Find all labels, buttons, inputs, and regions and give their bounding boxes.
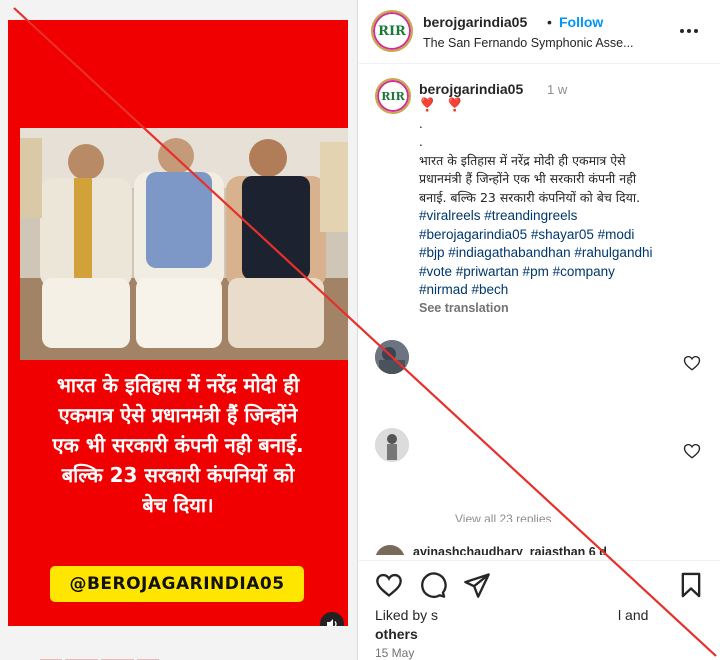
avatar[interactable]: RIR [371, 10, 413, 52]
caption-hindi-line: बनाई. बल्कि 23 सरकारी कंपनियों को बेच दि… [419, 189, 641, 205]
more-options-icon[interactable] [677, 22, 701, 40]
partial-comment: avinashchaudhary_rajasthan 6 d [375, 545, 695, 555]
liked-by-prefix: Liked by s [375, 607, 439, 623]
post-header: RIR berojgarindia05 • Follow The San Fer… [359, 0, 720, 64]
overlay-line: भारत के इतिहास में नरेंद्र मोदी ही [56, 373, 300, 397]
reel-video[interactable]: भारत के इतिहास में नरेंद्र मोदी ही एकमात… [8, 20, 348, 626]
save-bookmark-icon[interactable] [677, 571, 705, 599]
see-translation-link[interactable]: See translation [419, 301, 509, 315]
liked-by-others[interactable]: others [375, 626, 418, 642]
avatar-logo: RIR [373, 12, 411, 50]
commenter-avatar[interactable] [375, 545, 405, 555]
hashtag-line[interactable]: #berojagarindia05 #shayar05 #modi [419, 226, 711, 245]
caption-dot: . [419, 115, 423, 131]
partial-comment-username[interactable]: avinashchaudhary_rajasthan 6 d [413, 545, 607, 555]
overlay-line: एकमात्र ऐसे प्रधानमंत्री हैं जिन्होंने [58, 403, 298, 427]
volume-icon [327, 619, 337, 626]
separator-dot: • [547, 14, 552, 30]
like-heart-icon[interactable] [375, 571, 403, 599]
header-username[interactable]: berojgarindia05 [423, 14, 527, 30]
overlay-line: बेच दिया। [142, 493, 214, 517]
reel-photo [20, 128, 348, 360]
caption-dot: . [419, 134, 423, 149]
caption-hindi-line: भारत के इतिहास में नरेंद्र मोदी ही एकमात… [419, 152, 626, 168]
hashtag-line[interactable]: #viralreels #treandingreels [419, 207, 711, 226]
follow-button[interactable]: Follow [559, 14, 603, 30]
hashtag-line[interactable]: #nirmad #bech [419, 281, 711, 300]
overlay-line: एक भी सरकारी कंपनी नही बनाई. [52, 433, 304, 457]
heart-emoji: ❣️ ❣️ [419, 97, 467, 112]
post-date[interactable]: 15 May [375, 646, 414, 660]
commenter-avatar[interactable] [375, 340, 409, 374]
hashtag-line[interactable]: #bjp #indiagathabandhan #rahulgandhi [419, 244, 711, 263]
post-side-panel: RIR berojgarindia05 • Follow The San Fer… [359, 0, 720, 660]
hashtag-line[interactable]: #vote #priwartan #pm #company [419, 263, 711, 282]
handle-badge: @BEROJAGARINDIA05 [50, 566, 304, 602]
reel-overlay-text: भारत के इतिहास में नरेंद्र मोदी ही एकमात… [22, 370, 334, 520]
reel-media-frame: भारत के इतिहास में नरेंद्र मोदी ही एकमात… [0, 0, 358, 660]
caption-username[interactable]: berojgarindia05 [419, 81, 523, 97]
action-bar [359, 560, 720, 608]
comment-heart-icon[interactable] [683, 442, 701, 460]
caption-peek: —— ——— ——— —— [40, 654, 160, 660]
share-paper-plane-icon[interactable] [463, 571, 491, 599]
liked-by-suffix: l and [618, 607, 649, 623]
comment-heart-icon[interactable] [683, 354, 701, 372]
caption-time[interactable]: 1 w [547, 82, 567, 97]
audio-subtitle[interactable]: The San Fernando Symphonic Asse... [423, 36, 663, 50]
volume-button[interactable] [320, 612, 344, 626]
comment-bubble-icon[interactable] [419, 571, 447, 599]
comment-row [375, 428, 705, 468]
caption-avatar[interactable]: RIR [375, 78, 411, 114]
commenter-avatar[interactable] [375, 428, 409, 462]
comment-row [375, 340, 705, 380]
view-replies-link[interactable]: View all 23 replies [455, 512, 552, 522]
avatar-logo: RIR [377, 80, 409, 112]
liked-by-text[interactable]: Liked by s l and others [375, 606, 665, 644]
caption-text: ❣️ ❣️ . . भारत के इतिहास में नरेंद्र मोद… [419, 96, 711, 300]
overlay-line: बल्कि 23 सरकारी कंपनियों को [61, 463, 295, 487]
caption-hindi-line: प्रधानमंत्री हैं जिन्होंने एक भी सरकारी … [419, 171, 637, 186]
